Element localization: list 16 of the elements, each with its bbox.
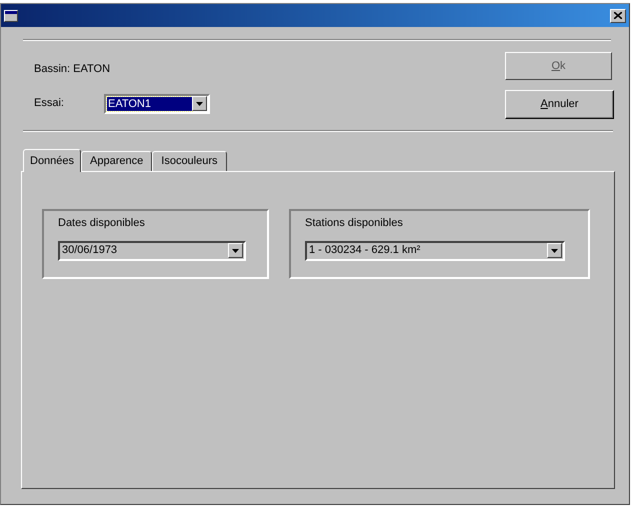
trial-label: Essai: bbox=[34, 96, 65, 112]
dropdown[interactable]: 1 - 030234 - 629.1 km² bbox=[305, 240, 565, 260]
dropdown[interactable]: 30/06/1973 bbox=[58, 240, 246, 260]
basin-label: Bassin: EATON bbox=[34, 62, 112, 77]
tab[interactable]: Apparence bbox=[81, 151, 152, 171]
cancel-button[interactable]: Annuler bbox=[505, 90, 614, 119]
window-menu-icon[interactable] bbox=[4, 10, 18, 22]
group-title: Stations disponibles bbox=[305, 216, 404, 231]
ok-button[interactable]: Ok bbox=[505, 52, 612, 80]
group-title: Dates disponibles bbox=[58, 216, 146, 231]
tab[interactable]: Données bbox=[23, 149, 82, 172]
tab[interactable]: Isocouleurs bbox=[152, 151, 227, 171]
trial-value: EATON1 bbox=[107, 96, 192, 110]
close-icon bbox=[614, 12, 622, 19]
close-button[interactable] bbox=[610, 8, 626, 22]
trial-dropdown[interactable]: EATON1 bbox=[104, 94, 210, 114]
